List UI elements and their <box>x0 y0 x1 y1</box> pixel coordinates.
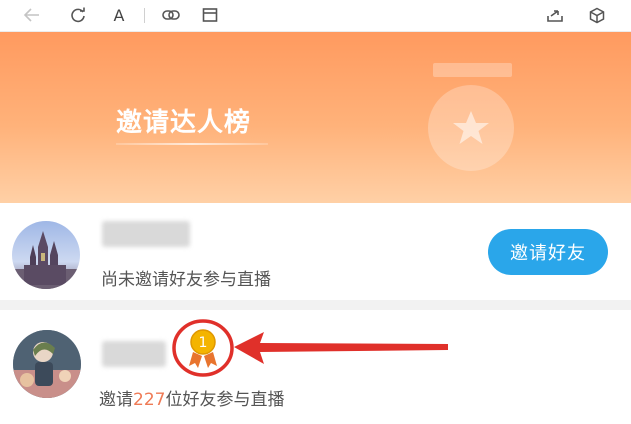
browser-toolbar: A <box>0 0 631 32</box>
back-arrow-icon[interactable] <box>20 4 44 26</box>
banner-title: 邀请达人榜 <box>116 108 252 138</box>
refresh-icon[interactable] <box>66 4 90 26</box>
status-suffix: 位好友参与直播 <box>165 390 285 410</box>
invite-status-text: 尚未邀请好友参与直播 <box>101 270 271 290</box>
list-item: 1 邀请227位好友参与直播 <box>0 310 631 424</box>
status-prefix: 邀请 <box>99 390 133 410</box>
annotation-arrow <box>234 332 448 364</box>
share-icon[interactable] <box>543 4 567 26</box>
invite-count-text: 邀请227位好友参与直播 <box>99 385 284 410</box>
toolbar-divider <box>144 8 145 23</box>
cube-icon[interactable] <box>585 4 609 26</box>
invite-count: 227 <box>133 390 166 410</box>
avatar[interactable] <box>12 221 80 289</box>
window-icon[interactable] <box>198 4 222 26</box>
blurred-username <box>102 341 166 367</box>
blurred-username <box>102 221 190 247</box>
character-image <box>13 330 81 398</box>
invite-friends-button[interactable]: 邀请好友 <box>488 229 608 275</box>
banner-underline <box>116 143 268 145</box>
rank-medal-icon: 1 <box>172 319 234 377</box>
medal-ribbon-decoration <box>433 63 512 77</box>
link-icon[interactable] <box>159 4 183 26</box>
avatar[interactable] <box>13 330 81 398</box>
list-item: 尚未邀请好友参与直播 邀请好友 <box>0 203 631 300</box>
ranking-banner: 邀请达人榜 <box>0 32 631 203</box>
row-divider <box>0 300 631 310</box>
font-size-label: A <box>113 5 125 25</box>
rank-number: 1 <box>199 335 208 351</box>
font-size-icon[interactable]: A <box>107 4 131 26</box>
star-icon <box>453 111 489 144</box>
cathedral-image <box>12 231 80 289</box>
